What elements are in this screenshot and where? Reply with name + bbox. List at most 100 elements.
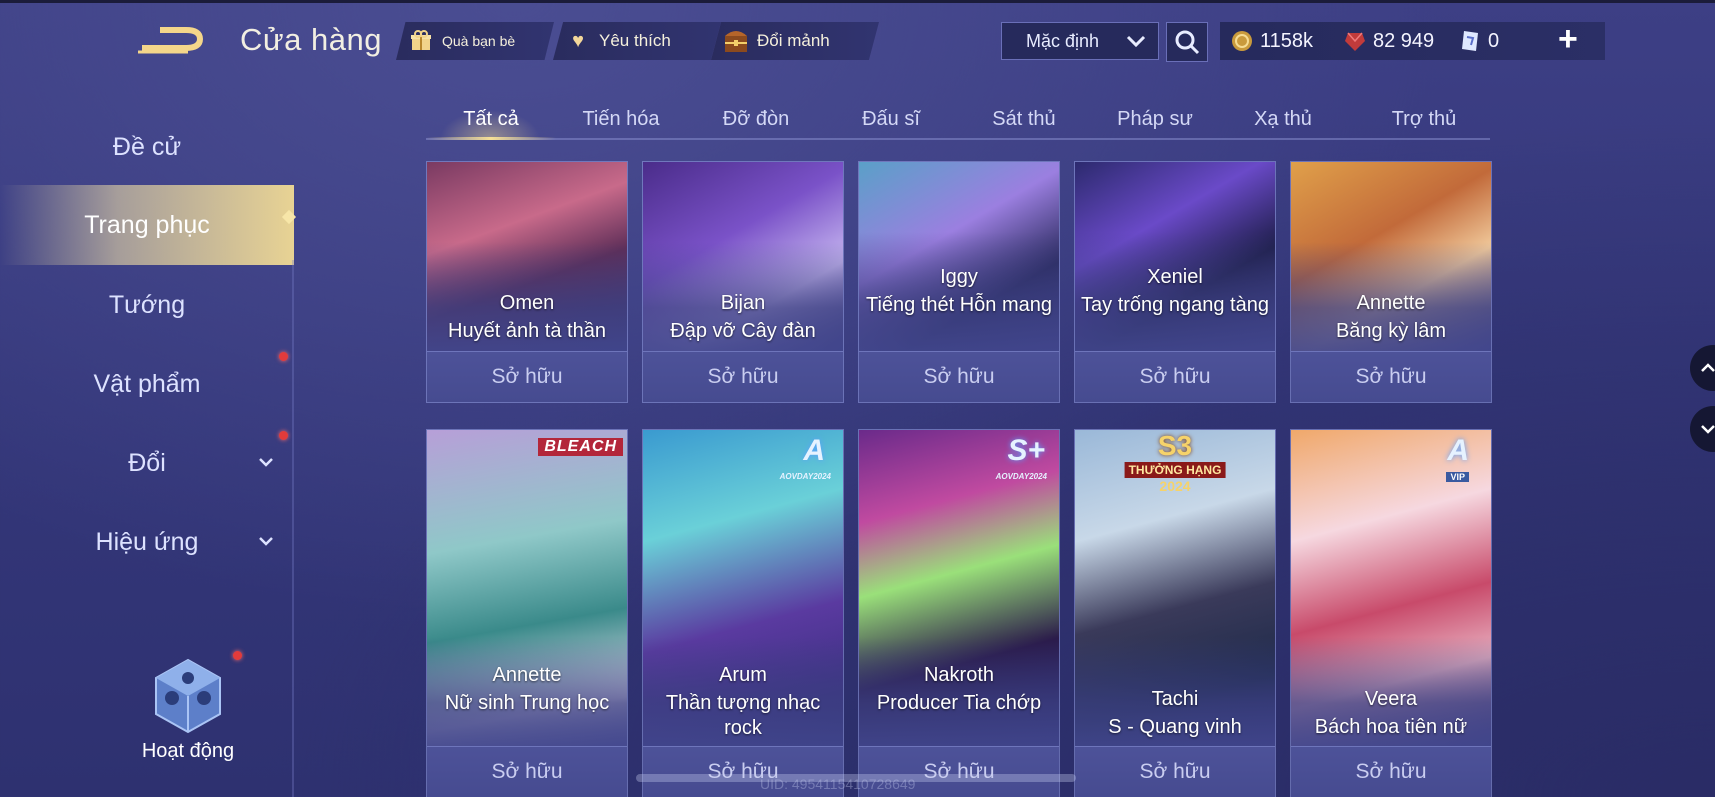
hero-name: Bijan <box>720 292 766 314</box>
hero-name: Nakroth <box>923 664 995 686</box>
tab-active-indicator <box>426 137 556 140</box>
shard-exchange-button[interactable]: Đổi mảnh <box>711 22 879 60</box>
hero-name: Iggy <box>940 266 978 288</box>
hero-name: Omen <box>499 292 555 314</box>
skin-name: Nữ sinh Trung học <box>444 692 610 714</box>
sidebar-item-skins[interactable]: Trang phục <box>0 185 294 265</box>
skin-card[interactable]: A VIP Veera Bách hoa tiên nữ Sở hữu <box>1290 429 1492 797</box>
dice-cube-icon <box>155 658 221 734</box>
season-year: 2024 <box>1159 478 1191 494</box>
skin-name: Huyết ảnh tà thần <box>448 320 606 342</box>
friend-gift-button[interactable]: Quà bạn bè <box>396 22 554 60</box>
sort-value: Mặc định <box>1026 30 1100 51</box>
voucher-currency: 0 <box>1458 22 1499 60</box>
skin-name: Tay trống ngang tàng <box>1081 294 1269 316</box>
sidebar-divider <box>292 260 294 797</box>
favorite-label: Yêu thích <box>599 31 671 50</box>
sort-dropdown[interactable]: Mặc định <box>1001 22 1159 60</box>
chevron-down-icon <box>1701 425 1715 434</box>
chevron-down-icon <box>258 454 274 472</box>
skin-name: Băng kỳ lâm <box>1335 320 1447 342</box>
scroll-up-button[interactable] <box>1690 345 1715 391</box>
tab-assassin[interactable]: Sát thủ <box>959 98 1089 140</box>
activity-label: Hoạt động <box>141 740 235 762</box>
sidebar-item-exchange[interactable]: Đổi <box>0 424 294 502</box>
sidebar-item-recommended[interactable]: Đề cử <box>0 108 294 186</box>
search-button[interactable] <box>1166 22 1208 62</box>
skin-name: Bách hoa tiên nữ <box>1314 716 1468 738</box>
shard-exchange-label: Đổi mảnh <box>757 31 830 50</box>
tab-all[interactable]: Tất cả <box>426 98 556 140</box>
sidebar-item-label: Vật phẩm <box>93 369 201 398</box>
sidebar-item-label: Đề cử <box>112 132 182 161</box>
skin-card[interactable]: Omen Huyết ảnh tà thần Sở hữu <box>426 161 628 403</box>
horizontal-scrollbar[interactable] <box>636 774 1076 782</box>
heart-icon: ♥ <box>572 29 584 52</box>
owned-status: Sở hữu <box>1291 351 1491 402</box>
season-badge: S3 <box>1157 430 1193 461</box>
tab-tank[interactable]: Đỡ đòn <box>691 98 821 140</box>
tab-evolution[interactable]: Tiến hóa <box>556 98 686 140</box>
skin-name: S - Quang vinh <box>1108 716 1242 738</box>
vip-tag: VIP <box>1446 472 1469 482</box>
owned-status: Sở hữu <box>1075 746 1275 797</box>
gold-currency: 1158k <box>1230 22 1313 60</box>
add-currency-button[interactable]: + <box>1558 20 1578 59</box>
friend-gift-label: Quà bạn bè <box>442 33 516 49</box>
owned-status: Sở hữu <box>1075 351 1275 402</box>
favorite-button[interactable]: ♥ Yêu thích <box>553 22 721 60</box>
back-icon[interactable] <box>138 22 208 56</box>
owned-status: Sở hữu <box>427 746 627 797</box>
hero-name: Annette <box>1356 292 1426 314</box>
voucher-icon <box>1462 31 1478 51</box>
owned-status: Sở hữu <box>427 351 627 402</box>
chevron-down-icon <box>258 533 274 551</box>
tier-badge: A <box>1447 434 1469 467</box>
sidebar-item-items[interactable]: Vật phẩm <box>0 345 294 423</box>
owned-status: Sở hữu <box>1291 746 1491 797</box>
sidebar-item-label: Tướng <box>108 290 186 319</box>
skin-name: Producer Tia chớp <box>876 692 1042 714</box>
red-gem-icon <box>1345 32 1365 51</box>
event-tag: AOVDAY2024 <box>779 472 831 481</box>
skin-card[interactable]: S+ AOVDAY2024 Nakroth Producer Tia chớp … <box>858 429 1060 797</box>
hero-name: Xeniel <box>1147 266 1203 288</box>
notification-dot <box>279 352 288 361</box>
hero-name: Annette <box>492 664 562 686</box>
notification-dot <box>279 431 288 440</box>
gold-coin-icon <box>1232 31 1252 51</box>
event-tag: AOVDAY2024 <box>995 472 1047 481</box>
tier-badge: A <box>803 434 825 467</box>
sidebar-item-label: Đổi <box>128 448 166 477</box>
skin-name: Thần tượng nhạc rock <box>665 692 821 739</box>
skin-card[interactable]: Annette Băng kỳ lâm Sở hữu <box>1290 161 1492 403</box>
hero-name: Arum <box>719 664 767 686</box>
tab-underline <box>426 138 1490 140</box>
page-title: Cửa hàng <box>240 22 382 57</box>
scroll-down-button[interactable] <box>1690 406 1715 452</box>
gold-amount: 1158k <box>1260 29 1314 52</box>
skin-name: Tiếng thét Hỗn mang <box>865 294 1053 316</box>
top-edge <box>0 0 1715 3</box>
chevron-down-icon <box>1126 31 1146 52</box>
tab-support[interactable]: Trợ thủ <box>1359 98 1489 140</box>
skin-card[interactable]: A AOVDAY2024 Arum Thần tượng nhạc rock S… <box>642 429 844 797</box>
tab-mage[interactable]: Pháp sư <box>1090 98 1220 140</box>
activity-button[interactable]: Hoạt động <box>140 656 236 776</box>
skin-card[interactable]: Xeniel Tay trống ngang tàng Sở hữu <box>1074 161 1276 403</box>
category-tabs: Tất cả Tiến hóa Đỡ đòn Đấu sĩ Sát thủ Ph… <box>426 98 1490 140</box>
skin-card[interactable]: Iggy Tiếng thét Hỗn mang Sở hữu <box>858 161 1060 403</box>
collab-badge: BLEACH <box>538 438 623 456</box>
hero-name: Veera <box>1364 688 1418 710</box>
sidebar-item-label: Trang phục <box>84 210 210 239</box>
search-icon <box>1175 30 1200 55</box>
sidebar-item-effects[interactable]: Hiệu ứng <box>0 503 294 581</box>
skin-card[interactable]: S3 THƯỞNG HẠNG 2024 Tachi S - Quang vinh… <box>1074 429 1276 797</box>
gem-currency: 82 949 <box>1343 22 1434 60</box>
skin-card[interactable]: BLEACH Annette Nữ sinh Trung học Sở hữu <box>426 429 628 797</box>
sidebar-item-heroes[interactable]: Tướng <box>0 266 294 344</box>
tab-marksman[interactable]: Xạ thủ <box>1218 98 1348 140</box>
skin-card[interactable]: Bijan Đập vỡ Cây đàn Sở hữu <box>642 161 844 403</box>
tab-fighter[interactable]: Đấu sĩ <box>826 98 956 140</box>
tier-badge: S+ <box>1007 434 1045 467</box>
